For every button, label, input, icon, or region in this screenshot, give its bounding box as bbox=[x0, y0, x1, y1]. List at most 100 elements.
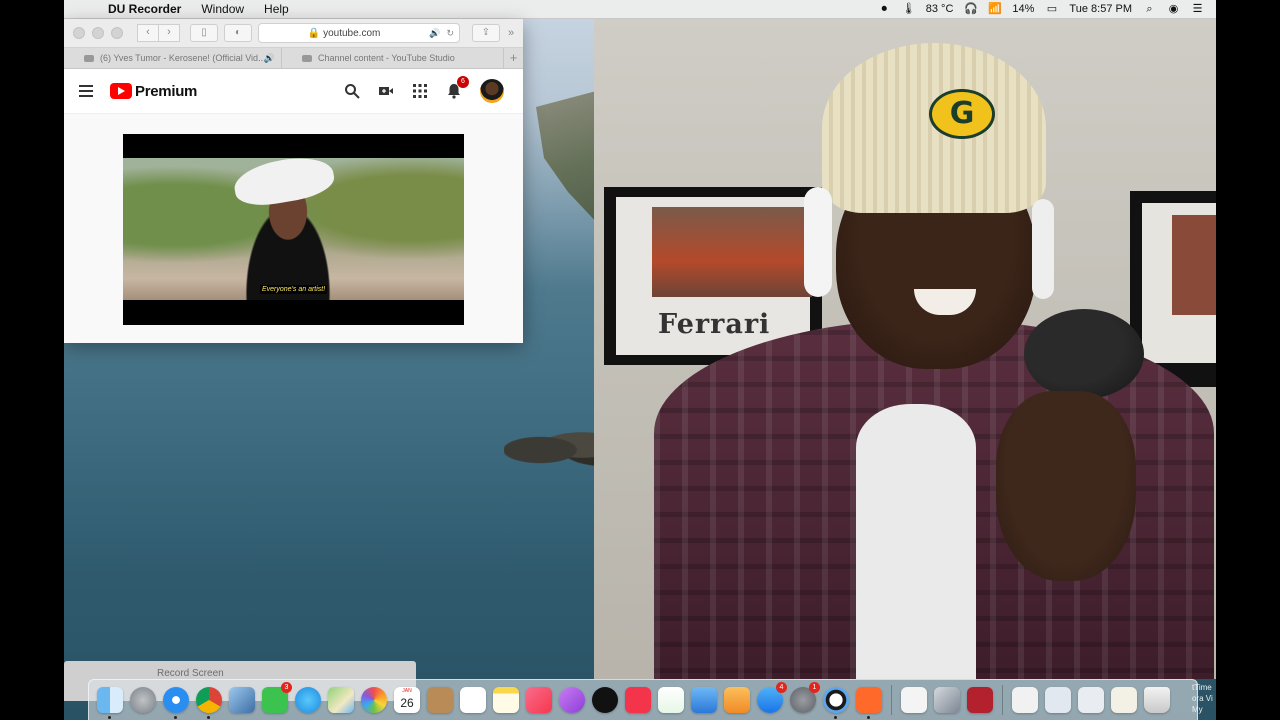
youtube-tab-icon bbox=[302, 54, 312, 62]
new-tab-button[interactable]: + bbox=[504, 48, 523, 68]
tab-studio[interactable]: Channel content - YouTube Studio bbox=[282, 48, 504, 68]
safari-icon[interactable] bbox=[163, 687, 189, 719]
chrome-icon[interactable] bbox=[196, 687, 222, 719]
back-button[interactable]: ‹ bbox=[137, 24, 159, 42]
poster-photo bbox=[652, 207, 812, 297]
screenshot-icon[interactable] bbox=[934, 687, 960, 713]
record-icon[interactable]: ⏺ bbox=[878, 3, 891, 16]
poster-text: Ferrari bbox=[658, 309, 771, 340]
news-icon[interactable] bbox=[625, 687, 651, 713]
file-icon[interactable] bbox=[901, 687, 927, 713]
numbers-icon[interactable] bbox=[658, 687, 684, 713]
quicktime-icon[interactable] bbox=[823, 687, 849, 719]
calendar-day: 26 bbox=[400, 696, 414, 710]
window-thumbnail-icon[interactable] bbox=[1045, 687, 1071, 713]
dock-separator bbox=[1002, 685, 1003, 715]
menu-help[interactable]: Help bbox=[264, 2, 289, 16]
app-name-menu[interactable]: DU Recorder bbox=[108, 2, 181, 16]
du-recorder-icon[interactable] bbox=[856, 687, 882, 719]
notifications-button[interactable]: 6 bbox=[446, 76, 469, 99]
zoom-button[interactable] bbox=[111, 27, 123, 39]
apple-tv-icon[interactable] bbox=[592, 687, 618, 713]
minimize-button[interactable] bbox=[92, 27, 104, 39]
desktop: DU Recorder Window Help ⏺ 🌡 83 °C 🎧 📶 14… bbox=[64, 0, 1216, 720]
keynote-icon[interactable] bbox=[691, 687, 717, 713]
tab-video[interactable]: (6) Yves Tumor - Kerosene! (Official Vid… bbox=[64, 48, 282, 68]
youtube-tab-icon bbox=[84, 54, 94, 62]
webcam-view: Ferrari G bbox=[594, 19, 1216, 679]
app-store-badge: 4 bbox=[776, 682, 787, 693]
header-actions: 6 bbox=[344, 76, 504, 103]
finder-icon[interactable] bbox=[97, 687, 123, 719]
battery-icon[interactable]: ▭ bbox=[1045, 3, 1058, 16]
youtube-header: Premium 6 bbox=[64, 69, 523, 114]
calendar-icon[interactable]: JAN 26 bbox=[394, 687, 420, 713]
privacy-shield-icon[interactable]: ◐ bbox=[224, 24, 252, 42]
photo-booth-icon[interactable] bbox=[967, 687, 993, 713]
pages-icon[interactable] bbox=[724, 687, 750, 713]
search-icon[interactable] bbox=[344, 83, 360, 99]
headphone-left bbox=[804, 187, 832, 297]
wifi-icon[interactable]: 📶 bbox=[988, 3, 1002, 16]
siri-icon[interactable]: ◉ bbox=[1167, 3, 1180, 16]
url-text: 🔒 youtube.com bbox=[307, 27, 381, 39]
youtube-logo[interactable]: Premium bbox=[110, 83, 197, 100]
safari-window: ‹ › ▯ ◐ 🔒 youtube.com 🔊 ↻ ⇪ » (6) Yves T… bbox=[64, 19, 523, 343]
headphones-icon[interactable]: 🎧 bbox=[964, 3, 978, 16]
create-video-icon[interactable] bbox=[378, 83, 394, 99]
headphone-right bbox=[1032, 199, 1054, 299]
chevron-more-icon[interactable]: » bbox=[508, 27, 514, 39]
downloads-stack-icon[interactable] bbox=[1111, 687, 1137, 713]
launchpad-icon[interactable] bbox=[130, 687, 156, 713]
temperature-text: 83 °C bbox=[925, 3, 954, 15]
premium-text: Premium bbox=[135, 82, 198, 100]
reload-icon[interactable]: ↻ bbox=[446, 28, 454, 39]
forward-button[interactable]: › bbox=[159, 24, 180, 42]
contacts-icon[interactable] bbox=[427, 687, 453, 713]
dock: 3 JAN 26 4 1 bbox=[88, 679, 1198, 720]
app-store-icon[interactable]: 4 bbox=[757, 682, 787, 713]
maps-icon[interactable] bbox=[328, 687, 354, 713]
address-bar[interactable]: 🔒 youtube.com 🔊 ↻ bbox=[258, 23, 460, 43]
audio-icon[interactable]: 🔊 bbox=[429, 28, 440, 39]
notification-badge: 6 bbox=[457, 76, 469, 88]
youtube-content: Everyone's an artist! bbox=[64, 114, 523, 343]
sidebar-button[interactable]: ▯ bbox=[190, 24, 218, 42]
calendar-month: JAN bbox=[402, 688, 412, 694]
trash-icon[interactable] bbox=[1144, 687, 1170, 713]
menu-window[interactable]: Window bbox=[201, 2, 244, 16]
share-icon[interactable]: ⇪ bbox=[472, 24, 500, 42]
window-thumbnail-icon[interactable] bbox=[1078, 687, 1104, 713]
video-subtitle: Everyone's an artist! bbox=[260, 285, 328, 294]
notification-center-icon[interactable]: ☰ bbox=[1191, 3, 1204, 16]
youtube-play-icon bbox=[110, 83, 132, 99]
menu-bar: DU Recorder Window Help ⏺ 🌡 83 °C 🎧 📶 14… bbox=[64, 0, 1216, 19]
document-icon[interactable] bbox=[1012, 687, 1038, 713]
battery-text: 14% bbox=[1012, 3, 1035, 15]
apps-grid-icon[interactable] bbox=[412, 83, 428, 99]
white-tshirt bbox=[856, 404, 976, 679]
music-icon[interactable] bbox=[526, 687, 552, 713]
tab-title: Channel content - YouTube Studio bbox=[318, 53, 455, 63]
thermometer-icon[interactable]: 🌡 bbox=[902, 3, 916, 16]
reminders-icon[interactable] bbox=[460, 687, 486, 713]
close-button[interactable] bbox=[73, 27, 85, 39]
hand bbox=[996, 391, 1136, 581]
video-player[interactable]: Everyone's an artist! bbox=[123, 134, 464, 325]
messages-icon[interactable] bbox=[295, 687, 321, 713]
preview-icon[interactable] bbox=[229, 687, 255, 713]
facetime-icon[interactable]: 3 bbox=[262, 682, 292, 713]
clock-text[interactable]: Tue 8:57 PM bbox=[1069, 3, 1132, 15]
avatar[interactable] bbox=[480, 79, 504, 103]
spotlight-icon[interactable]: ⌕ bbox=[1143, 3, 1156, 16]
window-controls bbox=[73, 27, 123, 39]
system-preferences-icon[interactable]: 1 bbox=[790, 682, 820, 713]
photos-icon[interactable] bbox=[361, 687, 387, 713]
audio-icon[interactable]: 🔊 bbox=[264, 53, 275, 64]
menu-icon[interactable] bbox=[79, 85, 93, 97]
nav-buttons: ‹ › bbox=[137, 24, 180, 42]
status-area: ⏺ 🌡 83 °C 🎧 📶 14% ▭ Tue 8:57 PM ⌕ ◉ ☰ bbox=[878, 3, 1204, 16]
dock-separator bbox=[891, 685, 892, 715]
notes-icon[interactable] bbox=[493, 687, 519, 713]
podcasts-icon[interactable] bbox=[559, 687, 585, 713]
